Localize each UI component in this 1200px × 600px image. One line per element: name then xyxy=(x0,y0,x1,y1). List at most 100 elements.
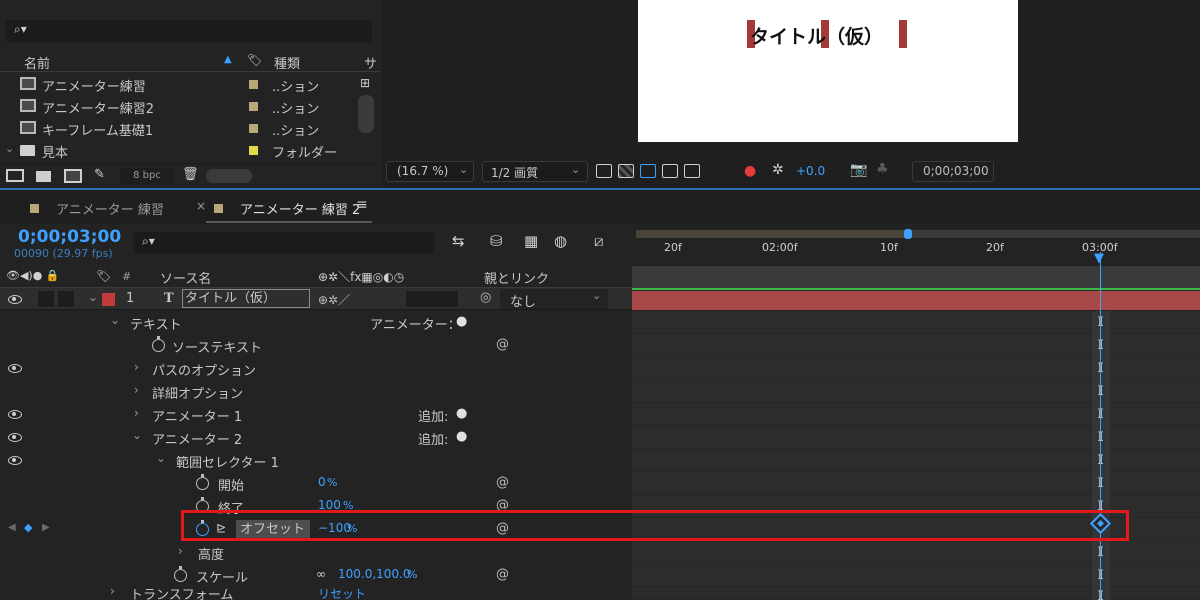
add-keyframe-icon[interactable]: ◆ xyxy=(24,521,32,534)
property-row-more-options[interactable]: › 詳細オプション xyxy=(0,380,632,403)
scale-value[interactable]: 100.0,100.0 xyxy=(338,567,411,581)
layer-name-field[interactable]: タイトル（仮） xyxy=(182,289,310,308)
tab-animator-practice-2[interactable]: アニメーター 練習 2 xyxy=(240,199,360,218)
audio-toggle[interactable] xyxy=(38,291,54,307)
property-row-animator-1[interactable]: › アニメーター 1 追加: ● xyxy=(0,403,632,426)
switch-box[interactable] xyxy=(406,291,458,307)
flowchart-icon[interactable]: ⊞ xyxy=(360,76,370,90)
color-channels-icon[interactable]: ● xyxy=(744,163,756,179)
chevron-down-icon[interactable]: ⌄ xyxy=(5,142,14,155)
tab-menu-icon[interactable]: ≡ xyxy=(356,197,368,213)
property-row-height[interactable]: › 高度 xyxy=(0,541,632,564)
next-keyframe-icon[interactable]: ▶ xyxy=(42,522,50,533)
property-row-text[interactable]: ⌄ テキスト アニメーター： ● xyxy=(0,311,632,334)
trash-icon[interactable]: 🗑 xyxy=(182,167,199,182)
color-management-icon[interactable]: ✲ xyxy=(772,162,784,178)
chevron-right-icon[interactable]: › xyxy=(178,544,183,558)
magnification-dropdown[interactable]: (16.7 %) ⌄ xyxy=(386,161,474,182)
chevron-down-icon[interactable]: ⌄ xyxy=(110,313,120,327)
column-name[interactable]: 名前 xyxy=(24,53,50,72)
transparency-grid-icon[interactable] xyxy=(618,164,634,178)
eye-icon[interactable] xyxy=(8,364,22,373)
project-hscroll[interactable] xyxy=(206,169,252,183)
eye-icon[interactable] xyxy=(8,410,22,419)
viewer-timecode[interactable]: 0;00;03;00 xyxy=(912,161,994,182)
playhead-handle[interactable]: ▼ xyxy=(1094,251,1104,266)
constrain-proportions-icon[interactable]: ∞ xyxy=(316,567,326,581)
interpret-footage-icon[interactable] xyxy=(6,169,24,182)
layer-row[interactable]: ⌄ 1 T タイトル（仮） ⊕✲／ ◎ なし ⌄ xyxy=(0,288,632,310)
project-scrollbar[interactable] xyxy=(358,95,374,133)
chevron-down-icon[interactable]: ⌄ xyxy=(88,290,98,304)
property-row-animator-2[interactable]: ⌄ アニメーター 2 追加: ● xyxy=(0,426,632,449)
property-row-path-options[interactable]: › パスのオプション xyxy=(0,357,632,380)
project-search-input[interactable]: ⌕▾ xyxy=(6,20,372,42)
property-row-start[interactable]: 開始 0 % @ xyxy=(0,472,632,495)
add-menu-icon[interactable]: ● xyxy=(456,429,467,444)
add-menu-icon[interactable]: ● xyxy=(456,406,467,421)
layer-duration-bar[interactable] xyxy=(632,291,1200,310)
project-item[interactable]: アニメーター練習2 ..ション xyxy=(0,95,356,117)
tab-animator-practice[interactable]: アニメーター 練習 xyxy=(56,199,164,218)
column-size[interactable]: サ xyxy=(364,53,377,72)
current-time-display[interactable]: 0;00;03;00 xyxy=(18,227,121,247)
sort-ascending-icon[interactable]: ▲ xyxy=(224,54,232,65)
graph-editor-icon[interactable]: ⧄ xyxy=(594,232,604,250)
chevron-down-icon[interactable]: ⌄ xyxy=(132,428,142,442)
mask-visibility-icon[interactable] xyxy=(640,164,656,178)
parent-dropdown[interactable]: なし ⌄ xyxy=(500,289,608,310)
fast-preview-icon[interactable] xyxy=(596,164,612,178)
column-parent[interactable]: 親とリンク xyxy=(484,268,549,287)
show-snapshot-icon[interactable]: ♣ xyxy=(876,161,889,177)
expression-pickwhip-icon[interactable]: @ xyxy=(496,475,509,490)
expression-pickwhip-icon[interactable]: @ xyxy=(496,337,509,352)
project-item[interactable]: ⌄ 見本 フォルダー xyxy=(0,139,356,161)
bpc-button[interactable]: 8 bpc xyxy=(120,168,174,184)
pick-whip-icon[interactable]: ◎ xyxy=(480,290,491,305)
solo-toggle[interactable] xyxy=(58,291,74,307)
label-tag-icon[interactable]: 🏷 xyxy=(96,269,111,283)
column-source-name[interactable]: ソース名 xyxy=(160,268,211,287)
layer-label-color[interactable] xyxy=(102,293,115,306)
chevron-down-icon[interactable]: ⌄ xyxy=(156,451,166,465)
column-type[interactable]: 種類 xyxy=(274,53,300,72)
chevron-right-icon[interactable]: › xyxy=(134,406,139,420)
property-row-source-text[interactable]: ソーステキスト @ xyxy=(0,334,632,357)
resolution-dropdown[interactable]: 1/2 画質 ⌄ xyxy=(482,161,588,182)
reset-link[interactable]: リセット xyxy=(318,585,366,600)
layer-search-input[interactable]: ⌕▾ xyxy=(134,232,434,254)
region-of-interest-icon[interactable] xyxy=(662,164,678,178)
playhead-line[interactable] xyxy=(1100,252,1101,600)
label-tag-icon[interactable]: 🏷 xyxy=(247,53,262,67)
video-visibility-icon[interactable] xyxy=(8,295,22,304)
comp-flowchart-icon[interactable]: ⇆ xyxy=(452,232,465,250)
snapshot-icon[interactable]: 📷 xyxy=(850,162,867,178)
start-value[interactable]: 0 xyxy=(318,475,326,489)
chevron-right-icon[interactable]: › xyxy=(134,383,139,397)
new-folder-icon[interactable] xyxy=(36,171,51,182)
eye-icon[interactable] xyxy=(8,433,22,442)
brush-icon[interactable]: ✎ xyxy=(94,167,105,182)
chevron-right-icon[interactable]: › xyxy=(134,360,139,374)
close-icon[interactable]: × xyxy=(196,199,206,213)
work-area-end-handle[interactable] xyxy=(904,229,912,239)
property-row-transform[interactable]: › トランスフォーム リセット xyxy=(0,584,632,600)
animator-add-icon[interactable]: ● xyxy=(456,314,467,329)
motion-blur-icon[interactable]: ◍ xyxy=(554,232,567,250)
frame-blending-icon[interactable]: ▦ xyxy=(524,232,538,250)
shy-layers-icon[interactable]: ⛁ xyxy=(490,232,503,250)
time-ruler[interactable]: 20f 02:00f 10f 20f 03:00f ▼ xyxy=(632,224,1200,266)
canvas-title-text[interactable]: タイトル（仮） xyxy=(750,22,883,49)
project-item[interactable]: キーフレーム基礎1 ..ション xyxy=(0,117,356,139)
project-item[interactable]: アニメーター練習 ..ション ⊞ xyxy=(0,73,370,95)
work-area-range[interactable] xyxy=(636,230,908,238)
stopwatch-icon[interactable] xyxy=(174,566,187,582)
composition-canvas[interactable]: タイトル（仮） xyxy=(638,0,1018,142)
work-area-bar[interactable] xyxy=(636,229,1200,239)
exposure-value[interactable]: +0.0 xyxy=(796,164,825,178)
prev-keyframe-icon[interactable]: ◀ xyxy=(8,522,16,533)
stopwatch-icon[interactable] xyxy=(196,474,209,490)
stopwatch-icon[interactable] xyxy=(152,336,165,352)
chevron-right-icon[interactable]: › xyxy=(110,584,115,598)
grid-guides-icon[interactable] xyxy=(684,164,700,178)
